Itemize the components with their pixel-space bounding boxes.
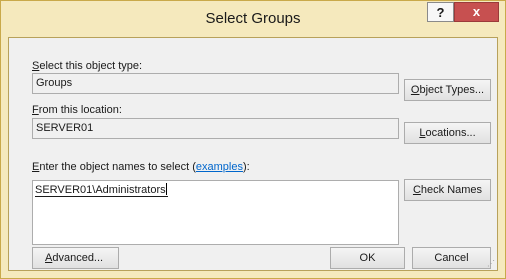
location-field: SERVER01 <box>32 118 399 139</box>
object-type-field: Groups <box>32 73 399 94</box>
object-names-text: SERVER01\Administrators <box>35 183 168 197</box>
object-types-button[interactable]: Object Types... <box>404 79 491 101</box>
check-names-button[interactable]: Check Names <box>404 179 491 201</box>
cancel-button[interactable]: Cancel <box>412 247 491 269</box>
object-names-label: Enter the object names to select (exampl… <box>32 161 250 173</box>
location-label: From this location: <box>32 104 122 116</box>
advanced-button[interactable]: Advanced... <box>32 247 119 269</box>
resize-grip-icon[interactable]: ⋰ <box>487 260 495 268</box>
object-type-label-text: elect this object type: <box>39 60 143 72</box>
object-names-value: SERVER01\Administrators <box>35 184 166 196</box>
locations-button[interactable]: Locations... <box>404 122 491 144</box>
object-types-button-text: bject Types... <box>419 84 485 96</box>
locations-button-text: ocations... <box>425 127 476 139</box>
check-names-button-access-key: C <box>412 184 421 196</box>
advanced-button-text: dvanced... <box>52 252 104 264</box>
object-names-input[interactable]: SERVER01\Administrators <box>32 180 399 245</box>
check-names-button-text: heck Names <box>420 184 483 196</box>
ok-button[interactable]: OK <box>330 247 405 269</box>
select-groups-dialog: Select Groups ? x Select this object typ… <box>0 0 506 279</box>
dialog-client-area: Select this object type: Groups Object T… <box>8 37 498 271</box>
object-type-label: Select this object type: <box>32 60 142 72</box>
text-caret <box>165 183 167 195</box>
help-button[interactable]: ? <box>427 2 454 22</box>
object-names-label-text: nter the object names to select ( <box>39 161 196 173</box>
location-label-text: rom this location: <box>38 104 122 116</box>
object-names-label-suffix: ): <box>242 161 250 173</box>
examples-link[interactable]: examples <box>196 161 243 173</box>
title-bar[interactable]: Select Groups ? x <box>1 1 505 37</box>
location-label-access-key: F <box>32 104 39 116</box>
close-button[interactable]: x <box>454 2 499 22</box>
